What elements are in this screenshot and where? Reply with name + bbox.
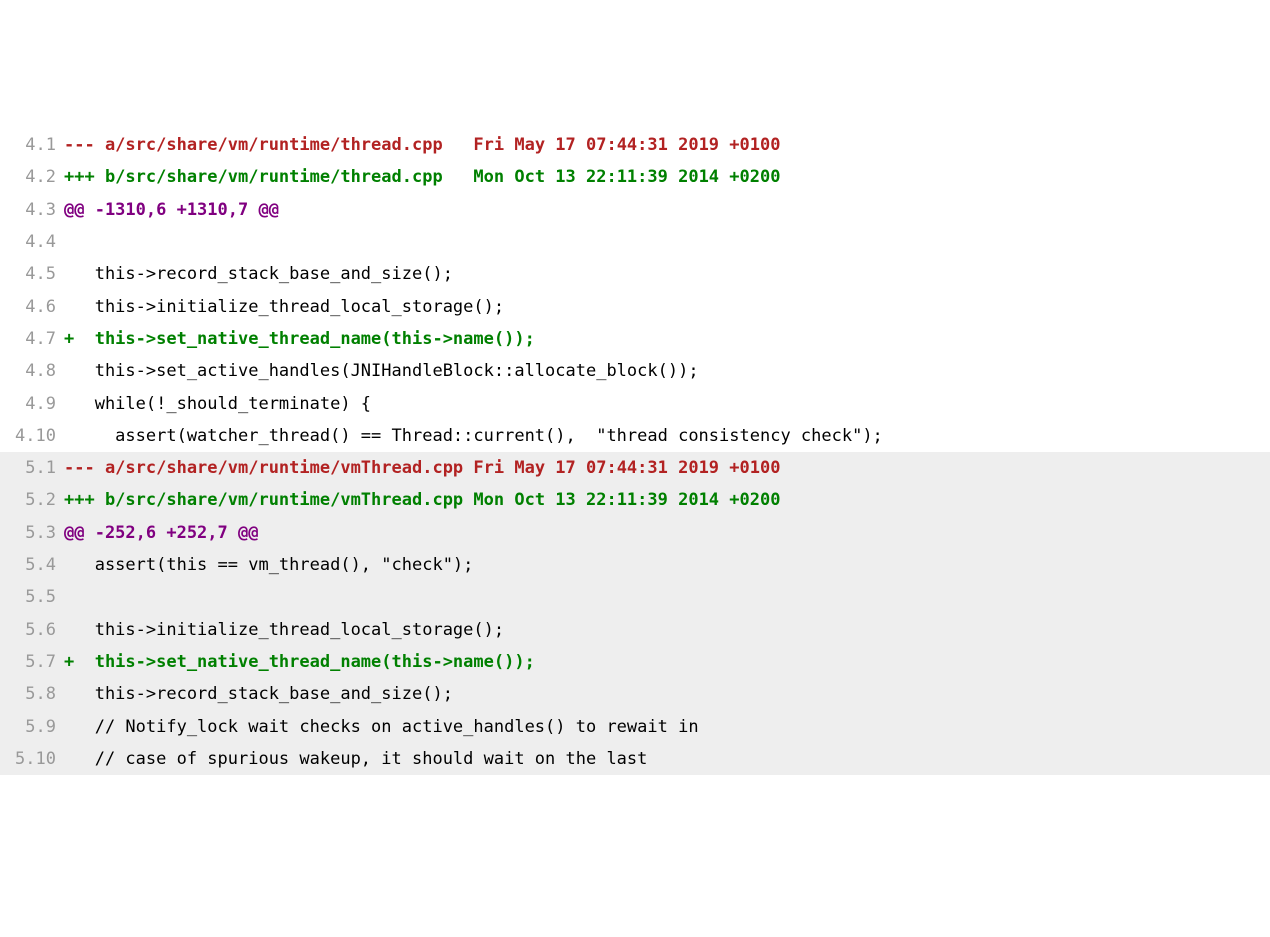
line-content: [64, 226, 1270, 258]
line-content: --- a/src/share/vm/runtime/thread.cpp Fr…: [64, 129, 1270, 161]
diff-line: 5.4 assert(this == vm_thread(), "check")…: [0, 549, 1270, 581]
diff-line: 5.8 this->record_stack_base_and_size();: [0, 678, 1270, 710]
line-number: 4.5: [0, 258, 64, 290]
diff-line: 5.2+++ b/src/share/vm/runtime/vmThread.c…: [0, 484, 1270, 516]
diff-line: 5.9 // Notify_lock wait checks on active…: [0, 711, 1270, 743]
line-number: 4.3: [0, 194, 64, 226]
line-content: // case of spurious wakeup, it should wa…: [64, 743, 1270, 775]
line-number: 5.6: [0, 614, 64, 646]
diff-line: 4.6 this->initialize_thread_local_storag…: [0, 291, 1270, 323]
diff-line: 5.6 this->initialize_thread_local_storag…: [0, 614, 1270, 646]
diff-line: 5.5: [0, 581, 1270, 613]
line-content: assert(watcher_thread() == Thread::curre…: [64, 420, 1270, 452]
line-number: 4.2: [0, 161, 64, 193]
line-content: this->set_active_handles(JNIHandleBlock:…: [64, 355, 1270, 387]
diff-line: 5.3@@ -252,6 +252,7 @@: [0, 517, 1270, 549]
diff-line: 5.10 // case of spurious wakeup, it shou…: [0, 743, 1270, 775]
line-content: // Notify_lock wait checks on active_han…: [64, 711, 1270, 743]
diff-file: 5.1--- a/src/share/vm/runtime/vmThread.c…: [0, 452, 1270, 775]
line-content: + this->set_native_thread_name(this->nam…: [64, 323, 1270, 355]
line-number: 4.10: [0, 420, 64, 452]
diff-line: 5.1--- a/src/share/vm/runtime/vmThread.c…: [0, 452, 1270, 484]
line-number: 4.8: [0, 355, 64, 387]
line-content: @@ -1310,6 +1310,7 @@: [64, 194, 1270, 226]
line-content: this->initialize_thread_local_storage();: [64, 614, 1270, 646]
line-number: 4.1: [0, 129, 64, 161]
line-number: 5.4: [0, 549, 64, 581]
line-content: [64, 581, 1270, 613]
line-content: --- a/src/share/vm/runtime/vmThread.cpp …: [64, 452, 1270, 484]
line-number: 4.9: [0, 388, 64, 420]
line-number: 5.3: [0, 517, 64, 549]
line-number: 4.6: [0, 291, 64, 323]
line-content: + this->set_native_thread_name(this->nam…: [64, 646, 1270, 678]
line-content: while(!_should_terminate) {: [64, 388, 1270, 420]
diff-line: 4.2+++ b/src/share/vm/runtime/thread.cpp…: [0, 161, 1270, 193]
diff-file: 4.1--- a/src/share/vm/runtime/thread.cpp…: [0, 129, 1270, 452]
diff-line: 4.8 this->set_active_handles(JNIHandleBl…: [0, 355, 1270, 387]
line-number: 5.8: [0, 678, 64, 710]
line-number: 5.5: [0, 581, 64, 613]
diff-line: 5.7+ this->set_native_thread_name(this->…: [0, 646, 1270, 678]
diff-line: 4.3@@ -1310,6 +1310,7 @@: [0, 194, 1270, 226]
line-number: 5.1: [0, 452, 64, 484]
line-number: 5.2: [0, 484, 64, 516]
line-number: 4.4: [0, 226, 64, 258]
diff-line: 4.7+ this->set_native_thread_name(this->…: [0, 323, 1270, 355]
diff-line: 4.5 this->record_stack_base_and_size();: [0, 258, 1270, 290]
diff-line: 4.10 assert(watcher_thread() == Thread::…: [0, 420, 1270, 452]
diff-line: 4.9 while(!_should_terminate) {: [0, 388, 1270, 420]
diff-line: 4.1--- a/src/share/vm/runtime/thread.cpp…: [0, 129, 1270, 161]
line-number: 4.7: [0, 323, 64, 355]
diff-view: 4.1--- a/src/share/vm/runtime/thread.cpp…: [0, 129, 1270, 775]
line-number: 5.9: [0, 711, 64, 743]
line-content: this->record_stack_base_and_size();: [64, 678, 1270, 710]
line-content: assert(this == vm_thread(), "check");: [64, 549, 1270, 581]
line-content: this->record_stack_base_and_size();: [64, 258, 1270, 290]
diff-line: 4.4: [0, 226, 1270, 258]
line-number: 5.10: [0, 743, 64, 775]
line-content: +++ b/src/share/vm/runtime/vmThread.cpp …: [64, 484, 1270, 516]
line-content: +++ b/src/share/vm/runtime/thread.cpp Mo…: [64, 161, 1270, 193]
line-number: 5.7: [0, 646, 64, 678]
line-content: this->initialize_thread_local_storage();: [64, 291, 1270, 323]
line-content: @@ -252,6 +252,7 @@: [64, 517, 1270, 549]
